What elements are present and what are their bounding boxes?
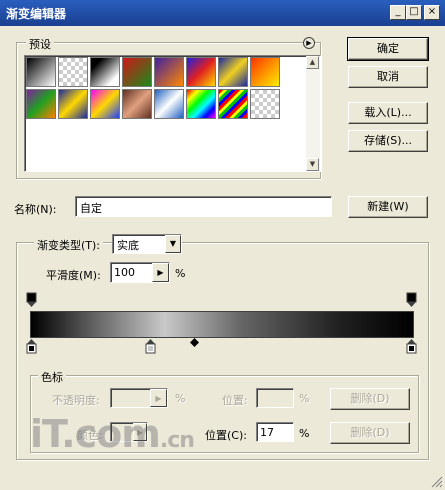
scroll-up-icon[interactable]: ▲	[306, 56, 319, 69]
minimize-button[interactable]: _	[390, 5, 406, 20]
location-value[interactable]: 17	[260, 426, 274, 439]
close-button[interactable]: ×	[424, 5, 440, 20]
name-input[interactable]: 自定	[75, 196, 332, 217]
opacity-stop-right[interactable]	[406, 292, 418, 308]
presets-list: ▲ ▼	[24, 55, 321, 172]
new-button[interactable]: 新建(W)	[348, 196, 428, 218]
gradient-type-value: 实底	[117, 239, 139, 252]
preset-swatch[interactable]	[250, 57, 280, 87]
watermark-suffix: .cn	[159, 428, 195, 453]
save-button[interactable]: 存储(S)...	[348, 130, 428, 152]
presets-menu-icon[interactable]: ▶	[303, 37, 315, 49]
window-title: 渐变编辑器	[6, 7, 67, 21]
opacity-input[interactable]: ▶	[110, 388, 168, 408]
preset-swatch[interactable]	[186, 89, 216, 119]
preset-swatch[interactable]	[122, 57, 152, 87]
preset-swatch[interactable]	[218, 57, 248, 87]
preset-swatch[interactable]	[154, 57, 184, 87]
preset-swatch[interactable]	[26, 57, 56, 87]
preset-swatch[interactable]	[186, 57, 216, 87]
preset-swatch[interactable]	[58, 89, 88, 119]
smoothness-value[interactable]: 100	[114, 266, 135, 279]
opacity-unit: %	[175, 392, 186, 405]
name-label: 名称(N):	[14, 203, 57, 216]
location-label: 位置(C):	[205, 429, 247, 442]
preset-swatch[interactable]	[90, 57, 120, 87]
opacity-stop-left[interactable]	[26, 292, 38, 308]
opacity-arrow-icon[interactable]: ▶	[150, 389, 167, 407]
opacity-location-label: 位置:	[222, 394, 248, 407]
smoothness-unit: %	[175, 267, 186, 280]
midpoint-diamond-icon[interactable]	[190, 338, 199, 347]
preset-swatch[interactable]	[90, 89, 120, 119]
color-stop-left[interactable]	[26, 338, 38, 355]
preset-swatch[interactable]	[154, 89, 184, 119]
opacity-label: 不透明度:	[52, 394, 100, 407]
scroll-down-icon[interactable]: ▼	[306, 158, 319, 171]
stops-group-label: 色标	[38, 369, 66, 385]
location-input[interactable]: 17	[256, 422, 294, 442]
preset-swatch[interactable]	[26, 89, 56, 119]
cancel-button[interactable]: 取消	[348, 66, 428, 88]
presets-label: 预设	[26, 36, 54, 52]
name-value[interactable]: 自定	[80, 200, 102, 216]
preset-swatch[interactable]	[250, 89, 280, 119]
presets-scrollbar[interactable]: ▲ ▼	[306, 56, 320, 171]
gradient-type-label: 渐变类型(T):	[34, 237, 104, 253]
resize-grip-icon[interactable]	[430, 475, 443, 488]
smoothness-arrow-icon[interactable]: ▶	[152, 263, 169, 282]
chevron-down-icon[interactable]: ▼	[165, 235, 181, 253]
smoothness-label: 平滑度(M):	[46, 269, 101, 282]
load-button[interactable]: 载入(L)...	[348, 102, 428, 124]
watermark-logo: iT.com.cn	[30, 412, 195, 456]
title-bar: 渐变编辑器 _ □ ×	[0, 0, 445, 26]
preset-swatch[interactable]	[58, 57, 88, 87]
gradient-type-select[interactable]: 实底 ▼	[112, 234, 182, 254]
preset-swatch[interactable]	[122, 89, 152, 119]
opacity-location-unit: %	[299, 392, 310, 405]
maximize-button[interactable]: □	[406, 5, 422, 20]
ok-button[interactable]: 确定	[347, 37, 429, 61]
delete-color-stop-button[interactable]: 删除(D)	[330, 422, 410, 444]
color-stop-selected[interactable]	[145, 338, 157, 355]
watermark-main: iT.com	[30, 412, 161, 456]
gradient-bar[interactable]	[30, 311, 414, 338]
color-stop-right[interactable]	[406, 338, 418, 355]
preset-swatch[interactable]	[218, 89, 248, 119]
opacity-location-input[interactable]	[256, 388, 294, 408]
delete-opacity-stop-button[interactable]: 删除(D)	[330, 388, 410, 410]
smoothness-input[interactable]: 100 ▶	[110, 262, 170, 283]
location-unit: %	[299, 427, 310, 440]
